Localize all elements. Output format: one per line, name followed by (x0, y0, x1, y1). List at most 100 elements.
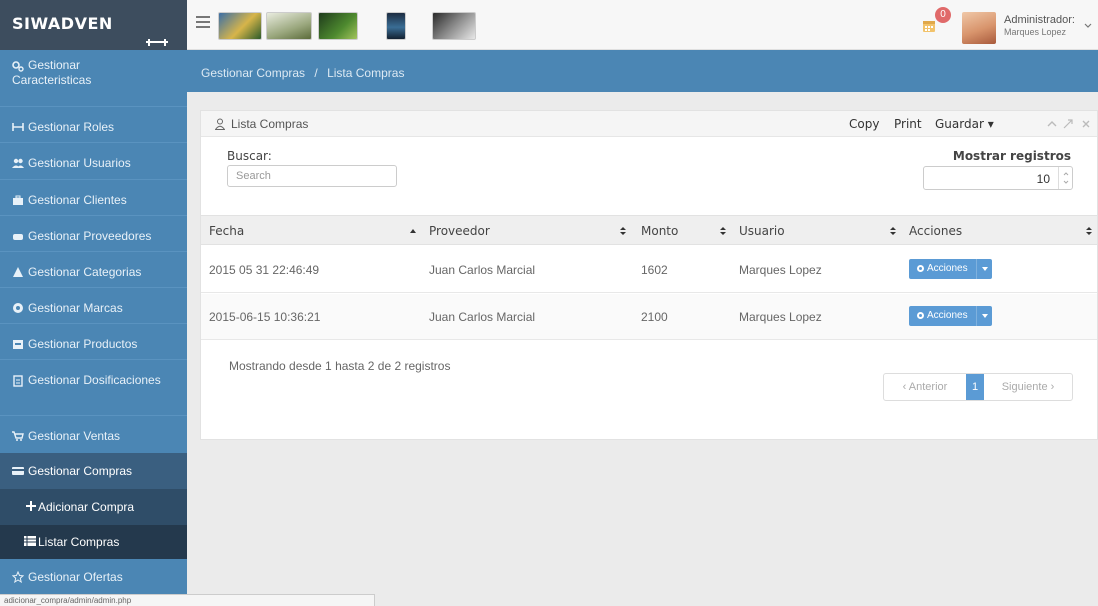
product-thumbnail[interactable] (218, 12, 262, 40)
actions-dropdown-button[interactable]: Acciones (909, 306, 992, 326)
purchases-panel: Lista Compras Copy Print Guardar ▾ Busca… (200, 110, 1098, 440)
breadcrumb-parent[interactable]: Gestionar Compras (201, 66, 305, 80)
save-label: Guardar (935, 117, 984, 131)
pagination-previous-label: Anterior (908, 381, 948, 393)
circle-icon (13, 303, 23, 313)
print-button[interactable]: Print (894, 117, 922, 131)
notification-badge[interactable]: 0 (935, 7, 951, 23)
sidebar-item-marcas[interactable]: Gestionar Marcas (0, 301, 187, 321)
product-thumbnail[interactable] (318, 12, 358, 40)
gear-icon (917, 265, 924, 272)
actions-dropdown-button[interactable]: Acciones (909, 259, 992, 279)
sidebar-item-caracteristicas[interactable]: Gestionar Caracteristicas (0, 58, 187, 94)
caret-down-icon[interactable] (975, 306, 992, 326)
truck-icon (13, 234, 23, 240)
column-header-proveedor[interactable]: Proveedor (429, 224, 490, 238)
sidebar-item-label: Listar Compras (38, 535, 120, 549)
column-header-fecha[interactable]: Fecha (209, 224, 244, 238)
sidebar-item-ventas[interactable]: Gestionar Ventas (0, 429, 187, 449)
browser-status-bar: adicionar_compra/admin/admin.php (0, 594, 375, 606)
page-size-select[interactable]: 10 (923, 166, 1073, 190)
sort-icon[interactable] (889, 226, 897, 236)
sidebar-item-productos[interactable]: Gestionar Productos (0, 337, 187, 357)
sidebar-item-ofertas[interactable]: Gestionar Ofertas (0, 570, 187, 590)
sidebar-item-label: Gestionar Clientes (28, 193, 127, 207)
star-icon (12, 571, 24, 583)
sidebar-item-roles[interactable]: Gestionar Roles (0, 120, 187, 140)
cell-monto: 1602 (641, 263, 668, 277)
actions-label: Acciones (927, 263, 968, 274)
cell-proveedor: Juan Carlos Marcial (429, 310, 536, 324)
sort-icon[interactable] (719, 226, 727, 236)
column-header-monto[interactable]: Monto (641, 224, 678, 238)
sidebar-item-label: Gestionar Productos (28, 337, 138, 351)
top-navbar: SIWADVEN 0 Administrador: Marques Lopez (0, 0, 1098, 50)
sidebar-item-label: Gestionar Marcas (28, 301, 123, 315)
save-dropdown-button[interactable]: Guardar ▾ (935, 117, 994, 131)
user-name[interactable]: Marques Lopez (1004, 27, 1066, 37)
category-icon (13, 267, 23, 277)
column-header-acciones[interactable]: Acciones (909, 224, 962, 238)
close-icon[interactable] (1081, 119, 1091, 129)
sidebar-item-label: Gestionar Categorias (28, 265, 142, 279)
cart-icon (12, 431, 24, 441)
caret-down-icon[interactable] (975, 259, 992, 279)
sidebar-item-label: Adicionar Compra (38, 500, 135, 514)
sidebar-item-usuarios[interactable]: Gestionar Usuarios (0, 156, 187, 176)
calendar-icon[interactable] (922, 19, 936, 33)
sort-icon[interactable] (619, 226, 627, 236)
pagination: ‹ Anterior 1 Siguiente › (883, 373, 1073, 401)
pagination-page-1[interactable]: 1 (966, 374, 984, 400)
breadcrumb: Gestionar Compras / Lista Compras (187, 50, 1098, 92)
chevron-down-icon[interactable] (1084, 22, 1092, 30)
page-size-value: 10 (1036, 172, 1050, 186)
sidebar-item-label: Gestionar Roles (28, 120, 115, 134)
avatar[interactable] (962, 12, 996, 44)
expand-icon[interactable] (1063, 119, 1073, 129)
sidebar-item-label: Gestionar Usuarios (28, 156, 131, 170)
cell-usuario: Marques Lopez (739, 310, 822, 324)
pagination-previous[interactable]: ‹ Anterior (890, 374, 960, 400)
brand-name: SIWADVEN (12, 14, 113, 33)
sidebar-subitem-listar-compras[interactable]: Listar Compras (0, 525, 187, 559)
sidebar-item-categorias[interactable]: Gestionar Categorias (0, 265, 187, 285)
cell-usuario: Marques Lopez (739, 263, 822, 277)
copy-button[interactable]: Copy (849, 117, 879, 131)
pagination-next[interactable]: Siguiente › (988, 374, 1068, 400)
box-icon (13, 340, 23, 349)
sidebar-item-clientes[interactable]: Gestionar Clientes (0, 193, 187, 213)
plus-icon (26, 501, 36, 511)
sitemap-icon (12, 123, 24, 131)
sort-asc-icon[interactable] (409, 226, 417, 236)
sidebar-item-label: Gestionar Ofertas (28, 570, 123, 584)
sidebar-item-dosificaciones[interactable]: Gestionar Dosificaciones (0, 373, 187, 409)
user-icon (215, 118, 225, 130)
cell-fecha: 2015 05 31 22:46:49 (209, 263, 320, 277)
breadcrumb-current: Lista Compras (327, 66, 405, 80)
gear-icon (917, 312, 924, 319)
actions-label: Acciones (927, 310, 968, 321)
briefcase-icon (13, 195, 23, 205)
sort-icon[interactable] (1085, 226, 1093, 236)
sidebar-item-label: Gestionar Compras (28, 464, 133, 478)
sidebar-item-compras[interactable]: Gestionar Compras (0, 453, 187, 489)
sidebar-item-proveedores[interactable]: Gestionar Proveedores (0, 229, 187, 249)
product-thumbnail[interactable] (432, 12, 476, 40)
user-role[interactable]: Administrador: (1004, 14, 1075, 26)
panel-title: Lista Compras (231, 117, 309, 131)
product-thumbnail[interactable] (266, 12, 312, 40)
sidebar-subitem-adicionar-compra[interactable]: Adicionar Compra (0, 489, 187, 525)
spinner-icon[interactable] (1058, 167, 1072, 189)
sidebar: Gestionar Caracteristicas Gestionar Role… (0, 50, 187, 606)
collapse-icon[interactable] (1047, 119, 1057, 129)
cell-monto: 2100 (641, 310, 668, 324)
breadcrumb-separator: / (314, 66, 318, 80)
column-header-usuario[interactable]: Usuario (739, 224, 785, 238)
brand-logo[interactable]: SIWADVEN (0, 0, 187, 50)
sidebar-item-label: Gestionar Proveedores (28, 229, 152, 243)
search-input[interactable] (227, 165, 397, 187)
menu-toggle-icon[interactable] (196, 16, 210, 30)
table-row: 2015 05 31 22:46:49 Juan Carlos Marcial … (201, 247, 1097, 293)
product-thumbnail[interactable] (386, 12, 406, 40)
list-icon (24, 536, 36, 546)
